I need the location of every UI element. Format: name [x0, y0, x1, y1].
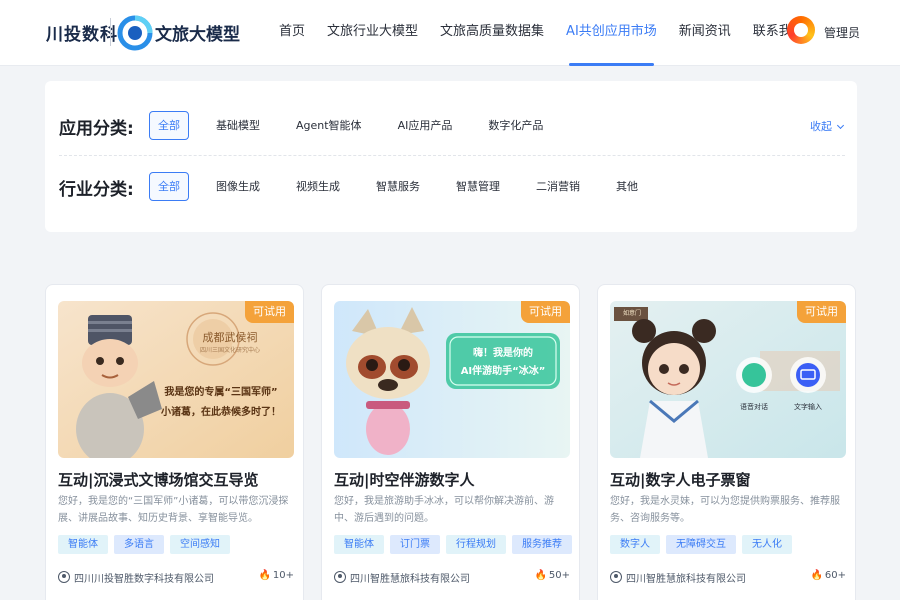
industry-option-management[interactable]: 智慧管理	[447, 172, 509, 201]
card-description: 您好，我是旅游助手冰冰，可以帮你解决游前、游中、游后遇到的问题。	[334, 496, 554, 524]
filter-panel: 应用分类: 全部 基础模型 Agent智能体 AI应用产品 数字化产品 收起 行…	[45, 81, 857, 232]
organization-name: 四川川投智胜数字科技有限公司	[74, 574, 214, 585]
tag: 服务推荐	[512, 535, 572, 554]
tag: 无人化	[742, 535, 792, 554]
tag: 行程规划	[446, 535, 506, 554]
trial-badge: 可试用	[521, 301, 570, 323]
industry-category-row: 行业分类: 全部 图像生成 视频生成 智慧服务 智慧管理 二消营销 其他	[45, 157, 857, 217]
card-footer: 四川川投智胜数字科技有限公司 🔥 10+	[58, 568, 294, 586]
flame-icon: 🔥	[810, 570, 823, 581]
flame-icon: 🔥	[534, 570, 547, 581]
heat-count: 🔥 50+	[534, 570, 570, 581]
logo-text: 文旅大模型	[155, 25, 240, 45]
organization-icon	[334, 571, 346, 583]
card-description: 您好，我是您的“三国军师”小诸葛，可以带您沉浸探展、讲展品故事、知历史背景、享智…	[58, 496, 289, 524]
cover-speech-bubble: 嗨！我是你的 AI伴游助手“冰冰”	[448, 345, 558, 381]
tag: 无障碍交互	[666, 535, 736, 554]
industry-option-image[interactable]: 图像生成	[207, 172, 269, 201]
tag: 多语言	[114, 535, 164, 554]
app-category-option-ai-product[interactable]: AI应用产品	[389, 111, 462, 140]
app-category-row: 应用分类: 全部 基础模型 Agent智能体 AI应用产品 数字化产品 收起	[45, 96, 857, 156]
nav-item-home[interactable]: 首页	[268, 0, 316, 66]
text-input-label: 文字输入	[794, 403, 822, 411]
tag: 智能体	[58, 535, 108, 554]
heat-count: 🔥 60+	[810, 570, 846, 581]
card-cover-image: 嗨！我是你的 AI伴游助手“冰冰” 可试用	[334, 301, 570, 458]
card-cover-image: 成都武侯祠 四川三国文化研究中心 我是您的专属“三国军师” 小诸葛，在此恭候多时…	[58, 301, 294, 458]
card-cover-image: 如意门 语音对话 文字输入 可试用	[610, 301, 846, 458]
tag: 空间感知	[170, 535, 230, 554]
trial-badge: 可试用	[797, 301, 846, 323]
museum-seal-title: 成都武侯祠	[202, 331, 258, 344]
industry-option-all[interactable]: 全部	[149, 172, 189, 201]
card-footer: 四川智胜慧旅科技有限公司 🔥 60+	[610, 568, 846, 586]
card-title[interactable]: 互动|数字人电子票窗	[610, 469, 750, 490]
heat-value: 60+	[824, 570, 846, 581]
heat-value: 10+	[272, 570, 294, 581]
brand-divider	[110, 18, 111, 46]
card-title[interactable]: 互动|沉浸式文博场馆交互导览	[58, 469, 258, 490]
card-description: 您好，我是水灵妹，可以为您提供购票服务、推荐服务、咨询服务等。	[610, 496, 840, 524]
app-card[interactable]: 如意门 语音对话 文字输入 可试用 互动|数字人电子票窗 您好，我是水灵妹，可以…	[597, 284, 856, 600]
app-category-title: 应用分类:	[59, 119, 134, 139]
tag: 数字人	[610, 535, 660, 554]
cover-speech-bubble: 我是您的专属“三国军师” 小诸葛，在此恭候多时了！	[156, 383, 286, 423]
cover-bubble-line2: AI伴游助手“冰冰”	[460, 366, 546, 377]
nav-item-ai-market[interactable]: AI共创应用市场	[555, 0, 668, 66]
tag-list: 智能体 多语言 空间感知	[58, 535, 236, 554]
app-category-option-all[interactable]: 全部	[149, 111, 189, 140]
app-card[interactable]: 成都武侯祠 四川三国文化研究中心 我是您的专属“三国军师” 小诸葛，在此恭候多时…	[45, 284, 304, 600]
organization-name: 四川智胜慧旅科技有限公司	[350, 574, 470, 585]
top-header: 川投数科 文旅大模型 首页 文旅行业大模型 文旅高质量数据集 AI共创应用市场 …	[0, 0, 900, 66]
heat-value: 50+	[548, 570, 570, 581]
brand-name: 川投数科	[46, 25, 118, 45]
industry-option-service[interactable]: 智慧服务	[367, 172, 429, 201]
digital-human-illustration	[610, 301, 846, 458]
flame-icon: 🔥	[258, 570, 271, 581]
cover-bubble-line1: 我是您的专属“三国军师”	[164, 387, 278, 398]
cover-bubble-line2: 小诸葛，在此恭候多时了！	[161, 407, 281, 418]
tag: 订门票	[390, 535, 440, 554]
museum-seal-subtitle: 四川三国文化研究中心	[199, 347, 260, 354]
tag-list: 智能体 订门票 行程规划 服务推荐	[334, 535, 578, 554]
app-category-option-agent[interactable]: Agent智能体	[287, 111, 371, 140]
card-footer: 四川智胜慧旅科技有限公司 🔥 50+	[334, 568, 570, 586]
main-nav: 首页 文旅行业大模型 文旅高质量数据集 AI共创应用市场 新闻资讯 联系我们	[268, 0, 816, 66]
app-category-option-digital-product[interactable]: 数字化产品	[479, 111, 552, 140]
gate-sign: 如意门	[622, 310, 641, 317]
industry-option-video[interactable]: 视频生成	[287, 172, 349, 201]
user-name[interactable]: 管理员	[824, 24, 860, 41]
cover-bubble-line1: 嗨！我是你的	[473, 348, 533, 359]
heat-count: 🔥 10+	[258, 570, 294, 581]
tag: 智能体	[334, 535, 384, 554]
organization-icon	[58, 571, 70, 583]
wenlv-logo-icon	[117, 15, 153, 51]
app-card[interactable]: 嗨！我是你的 AI伴游助手“冰冰” 可试用 互动|时空伴游数字人 您好，我是旅游…	[321, 284, 580, 600]
nav-item-industry-model[interactable]: 文旅行业大模型	[316, 0, 429, 66]
collapse-button[interactable]: 收起	[810, 118, 845, 134]
advisor-illustration	[58, 301, 294, 458]
industry-category-title: 行业分类:	[59, 180, 134, 200]
industry-option-other[interactable]: 其他	[607, 172, 647, 201]
voice-chat-label: 语音对话	[740, 403, 768, 411]
card-title[interactable]: 互动|时空伴游数字人	[334, 469, 474, 490]
nav-item-news[interactable]: 新闻资讯	[668, 0, 742, 66]
chevron-up-icon	[836, 121, 845, 130]
organization-icon	[610, 571, 622, 583]
industry-option-marketing[interactable]: 二消营销	[527, 172, 589, 201]
organization-name: 四川智胜慧旅科技有限公司	[626, 574, 746, 585]
collapse-label: 收起	[810, 120, 832, 133]
tag-list: 数字人 无障碍交互 无人化	[610, 535, 798, 554]
user-avatar[interactable]	[787, 16, 815, 44]
trial-badge: 可试用	[245, 301, 294, 323]
nav-item-datasets[interactable]: 文旅高质量数据集	[429, 0, 555, 66]
row-divider	[59, 155, 845, 156]
app-category-option-base-model[interactable]: 基础模型	[207, 111, 269, 140]
